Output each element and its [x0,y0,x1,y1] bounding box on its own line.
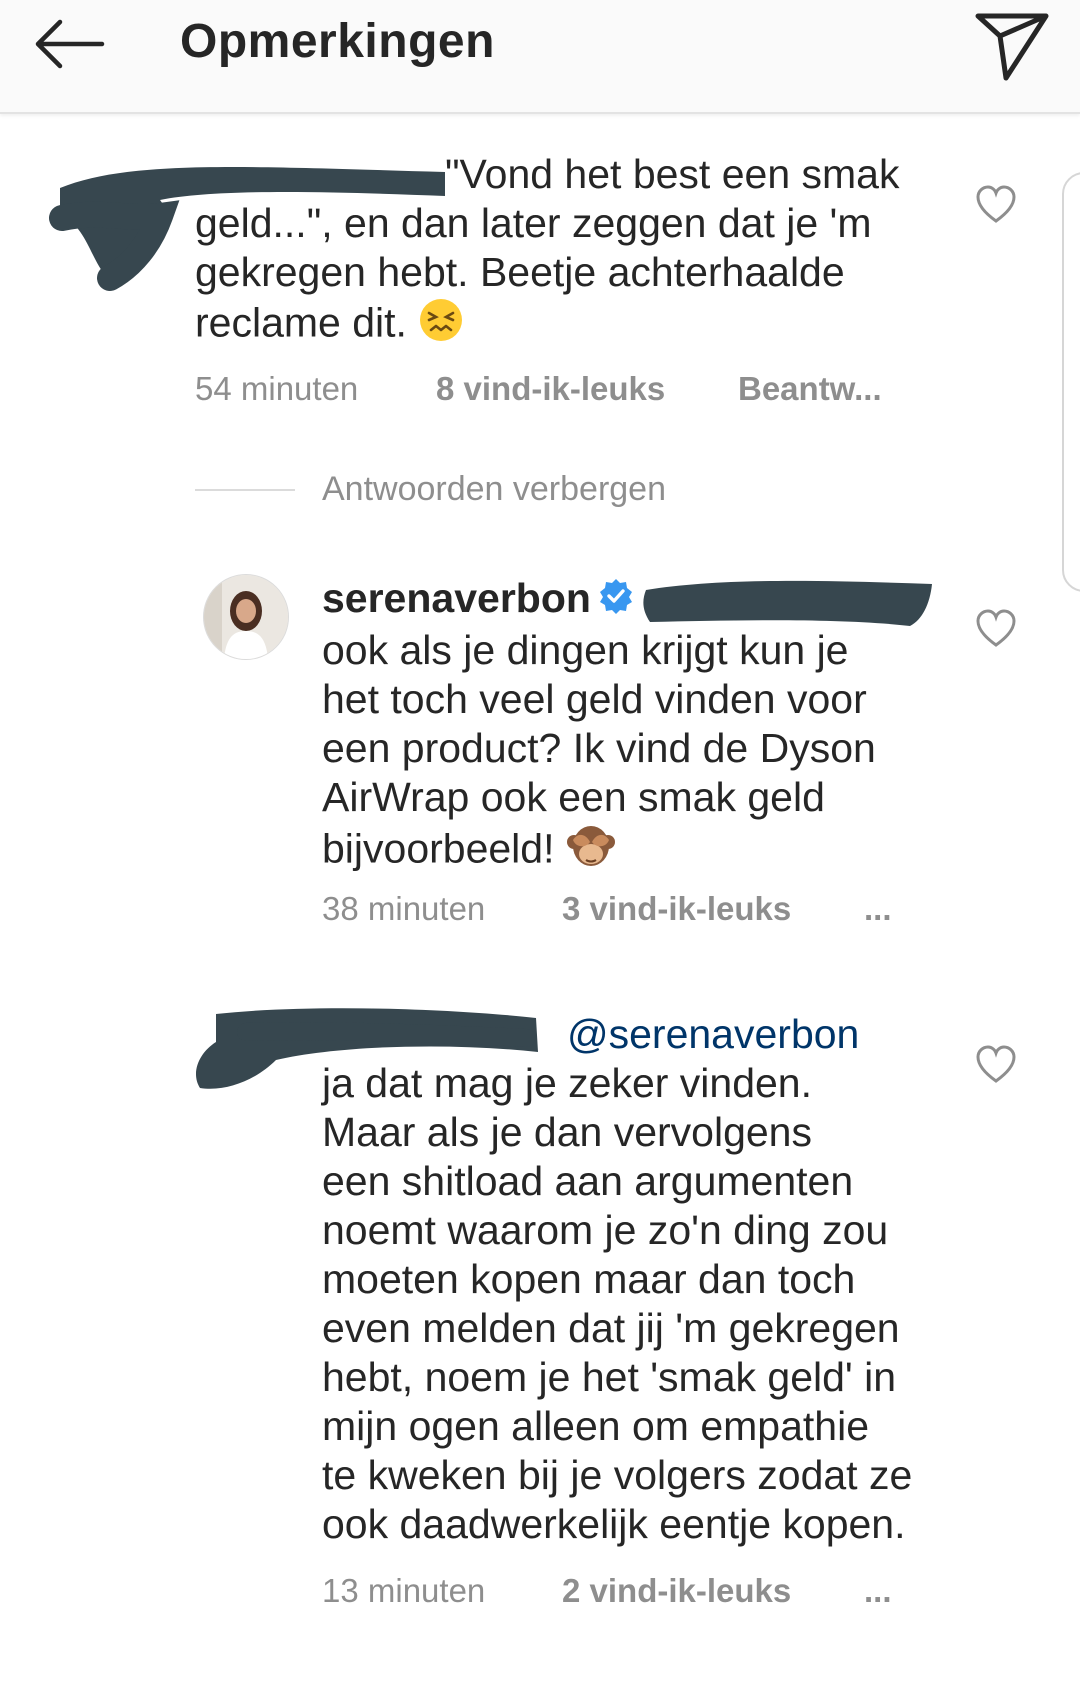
comment-3-line-2: Maar als je dan vervolgens [322,1109,812,1155]
comment-2-time: 38 minuten [322,890,486,927]
comment-3-line-7: hebt, noem je het 'smak geld' in [322,1354,897,1400]
confounded-face-emoji [418,297,464,354]
heart-icon [976,609,1016,647]
comment-2-line-3: een product? Ik vind de Dyson [322,724,876,771]
comment-3-line-9: te kweken bij je volgers zodat ze [322,1452,913,1498]
page-title: Opmerkingen [180,15,495,68]
scroll-indicator[interactable] [1062,172,1080,592]
arrow-left-icon [35,19,105,69]
verified-badge-icon [597,577,635,626]
paper-plane-icon [975,13,1049,81]
hide-replies-divider [195,489,295,491]
comment-3-mention[interactable]: @serenaverbon [322,1011,859,1057]
comment-1-line-2: geld...", en dan later zeggen dat je 'm [195,200,872,246]
top-bar: Opmerkingen [0,0,1080,114]
redacted-scribble [643,580,932,626]
like-heart-button[interactable] [974,183,1018,227]
comment-3-line-3: een shitload aan argumenten [322,1158,854,1204]
comment-1-reply-button[interactable]: Beantw... [738,370,882,408]
comment-2-username[interactable]: serenaverbon [322,575,591,621]
comment-1-likes[interactable]: 8 vind-ik-leuks [436,370,665,408]
comment-3-line-5: moeten kopen maar dan toch [322,1256,856,1302]
comment-2-line-2: het toch veel geld vinden voor [322,675,867,722]
comment-3-line-1: ja dat mag je zeker vinden. [322,1060,812,1106]
heart-icon [976,185,1016,223]
comment-3-text: @serenaverbon ja dat mag je zeker vinden… [322,1010,962,1549]
comment-1-line-3: gekregen hebt. Beetje achterhaalde [195,249,845,295]
comment-2-likes[interactable]: 3 vind-ik-leuks [562,890,791,928]
share-button[interactable] [968,2,1056,90]
see-no-evil-monkey-emoji [566,822,616,881]
comment-3-likes[interactable]: 2 vind-ik-leuks [562,1572,791,1610]
comment-3-line-4: noemt waarom je zo'n ding zou [322,1207,889,1253]
comment-2-line-5: bijvoorbeeld! [322,825,555,871]
comment-2-more-button[interactable]: ... [864,890,892,928]
comment-1-text: "Vond het best een smak geld...", en dan… [195,150,915,354]
comment-3-time: 13 minuten [322,1572,486,1609]
comment-1-line-4: reclame dit. [195,299,407,346]
heart-icon [976,1045,1016,1083]
comment-3-line-10: ook daadwerkelijk eentje kopen. [322,1501,906,1547]
back-button[interactable] [30,8,114,92]
like-heart-button[interactable] [974,607,1018,651]
comment-3-line-8: mijn ogen alleen om empathie [322,1403,869,1449]
comment-1-line-1: "Vond het best een smak [445,151,900,197]
comment-1-time: 54 minuten [195,370,359,407]
avatar[interactable] [203,574,289,660]
avatar-photo [204,575,288,659]
comment-3-line-6: even melden dat jij 'm gekregen [322,1305,900,1351]
comment-3-more-button[interactable]: ... [864,1572,892,1610]
like-heart-button[interactable] [974,1043,1018,1087]
comment-2-line-4: AirWrap ook een smak geld [322,773,825,820]
hide-replies-button[interactable]: Antwoorden verbergen [322,470,666,509]
